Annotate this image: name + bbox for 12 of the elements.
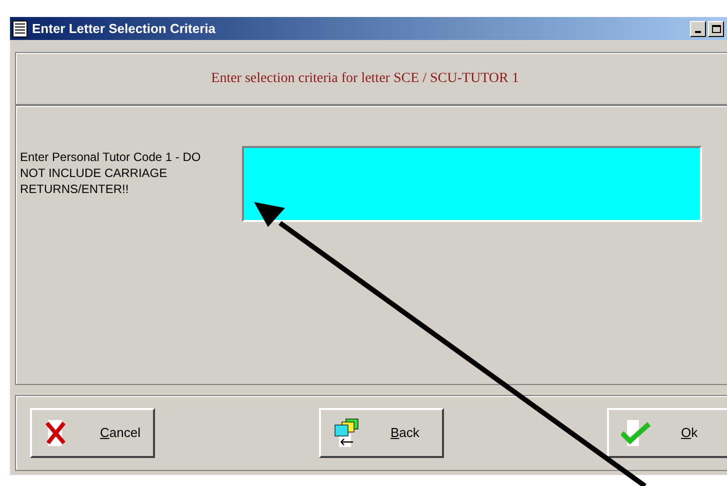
cancel-button[interactable]: Cancel (30, 408, 155, 458)
ok-button[interactable]: Ok (607, 408, 727, 458)
field-label: Enter Personal Tutor Code 1 - DO NOT INCLUDE CARRIAGE RETURNS/ENTER!! (20, 149, 202, 197)
minimize-button[interactable] (690, 20, 706, 36)
header-text: Enter selection criteria for letter SCE / SCU-TUTOR 1 (211, 70, 519, 88)
maximize-button[interactable] (708, 20, 724, 36)
checkmark-icon (621, 418, 651, 448)
document-icon (12, 20, 28, 38)
back-button[interactable]: Back (318, 408, 444, 458)
input-field[interactable] (242, 146, 702, 222)
folders-icon (332, 418, 360, 448)
window-title: Enter Letter Selection Criteria (32, 20, 216, 38)
